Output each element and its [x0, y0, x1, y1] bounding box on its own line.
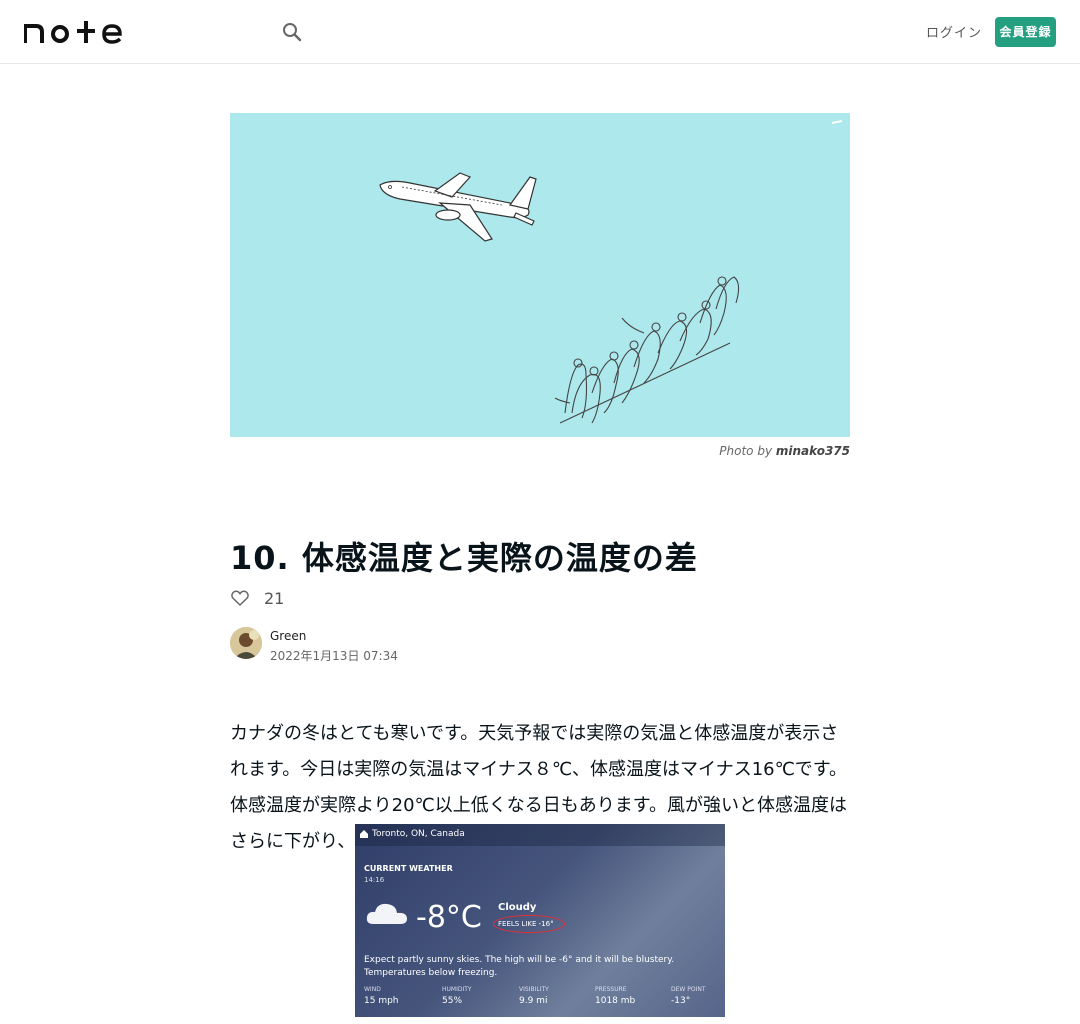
author-name[interactable]: Green: [270, 629, 306, 643]
photo-credit-author[interactable]: minako375: [776, 444, 850, 458]
author-avatar[interactable]: [230, 627, 262, 659]
article-title: 10. 体感温度と実際の温度の差: [230, 539, 698, 577]
weather-stat-wind: WIND 15 mph: [364, 986, 399, 1006]
weather-stat-label: VISIBILITY: [519, 986, 549, 993]
login-link[interactable]: ログイン: [926, 22, 982, 41]
weather-heading: CURRENT WEATHER: [364, 864, 453, 873]
like-count: 21: [264, 588, 285, 608]
weather-temperature: -8°C: [416, 900, 482, 935]
search-button[interactable]: [278, 18, 306, 46]
weather-condition: Cloudy: [498, 902, 537, 913]
weather-stat-label: HUMIDITY: [442, 986, 472, 993]
weather-stat-pressure: PRESSURE 1018 mb: [595, 986, 635, 1006]
weather-stat-label: PRESSURE: [595, 986, 627, 993]
weather-location: Toronto, ON, Canada: [372, 829, 465, 839]
weather-stat-value: 15 mph: [364, 996, 399, 1006]
weather-stat-value: 1018 mb: [595, 996, 636, 1006]
cloud-icon: [366, 903, 407, 924]
weather-stat-humidity: HUMIDITY 55%: [442, 986, 472, 1006]
airplane-sketch-illustration: [379, 120, 843, 424]
photo-credit: Photo by minako375: [719, 444, 850, 458]
weather-time: 14:16: [364, 876, 385, 884]
weather-stat-value: -13°: [671, 996, 691, 1006]
like-button[interactable]: 21: [230, 586, 284, 610]
photo-credit-prefix: Photo by: [719, 444, 773, 458]
weather-stat-label: WIND: [364, 986, 381, 993]
avatar-image: [230, 627, 262, 659]
publish-date: 2022年1月13日 07:34: [270, 649, 398, 663]
weather-stat-visibility: VISIBILITY 9.9 mi: [519, 986, 549, 1006]
weather-feels-like: FEELS LIKE -16°: [498, 920, 554, 928]
weather-screenshot: Toronto, ON, Canada CURRENT WEATHER 14:1…: [355, 824, 725, 1017]
weather-stat-value: 9.9 mi: [519, 996, 548, 1006]
search-icon: [283, 23, 302, 42]
header-image: [230, 113, 850, 437]
note-logo[interactable]: [24, 20, 124, 44]
site-header: ログイン 会員登録: [0, 0, 1080, 64]
weather-stat-value: 55%: [442, 996, 463, 1006]
weather-stat-dew-point: DEW POINT -13°: [671, 986, 706, 1006]
home-icon: [360, 830, 368, 838]
weather-description: Expect partly sunny skies. The high will…: [364, 955, 675, 978]
heart-icon: [231, 590, 249, 607]
weather-stat-label: DEW POINT: [671, 986, 706, 993]
signup-button[interactable]: 会員登録: [995, 17, 1056, 47]
